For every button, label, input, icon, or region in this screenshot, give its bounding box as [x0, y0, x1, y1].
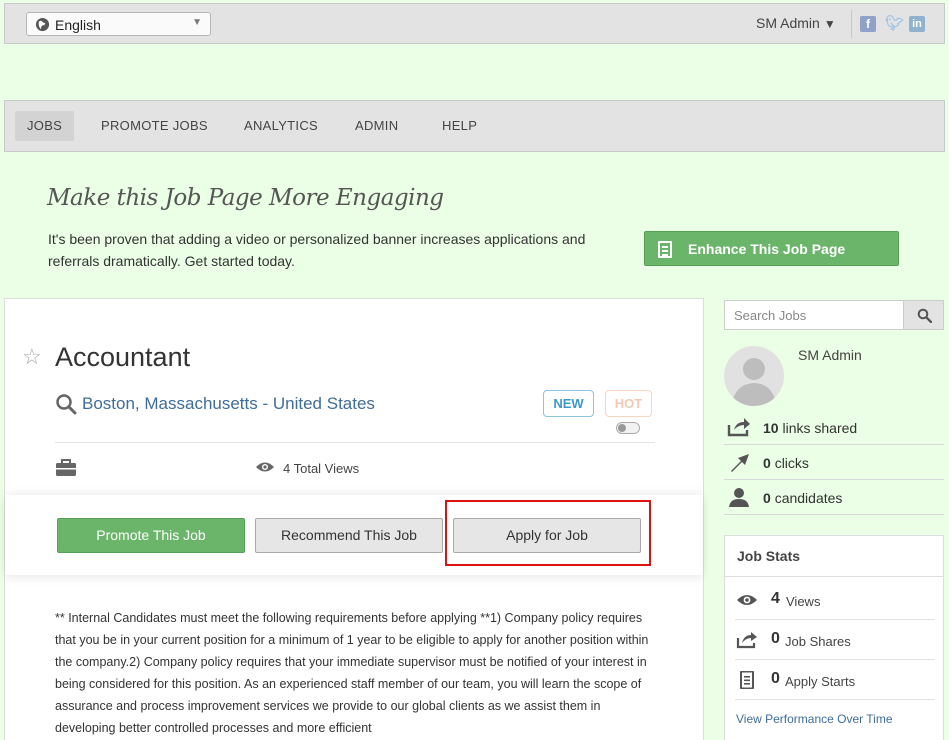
promo-text: It's been proven that adding a video or …	[48, 231, 586, 269]
main-nav: JOBS PROMOTE JOBS ANALYTICS ADMIN HELP	[4, 100, 945, 152]
avatar	[724, 346, 784, 406]
user-menu-label: SM Admin	[756, 15, 820, 31]
document-icon	[740, 671, 754, 689]
document-icon	[658, 241, 672, 258]
person-icon	[729, 488, 749, 507]
nav-admin[interactable]: ADMIN	[343, 111, 410, 141]
enhance-job-page-button[interactable]: Enhance This Job Page	[644, 231, 899, 266]
shares-label: Job Shares	[785, 634, 851, 649]
enhance-button-label: Enhance This Job Page	[688, 241, 846, 257]
search-icon	[56, 394, 77, 415]
job-title: Accountant	[55, 342, 191, 372]
views-label: Views	[786, 594, 821, 609]
highlight-box	[445, 500, 651, 566]
hot-badge[interactable]: HOT	[605, 390, 652, 417]
job-stats-title: Job Stats	[725, 536, 943, 577]
promo-title: Make this Job Page More Engaging	[47, 185, 444, 211]
candidates-label: candidates	[774, 490, 843, 506]
linkedin-icon[interactable]: in	[909, 16, 925, 32]
user-menu[interactable]: SM Admin ▼	[756, 15, 836, 31]
stats-views-row: 4 Views	[735, 580, 935, 620]
stats-shares-row: 0 Job Shares	[735, 620, 935, 660]
user-silhouette-icon	[732, 358, 776, 406]
search-icon	[917, 308, 932, 323]
shares-count: 0	[771, 630, 780, 647]
total-views: 4 Total Views	[283, 461, 360, 476]
search-button[interactable]	[903, 300, 944, 330]
share-icon	[736, 632, 757, 649]
clicks-label: clicks	[774, 455, 809, 471]
caret-down-icon: ▼	[823, 17, 836, 31]
twitter-icon[interactable]: 🐦︎	[885, 16, 904, 32]
eye-icon	[737, 595, 757, 605]
candidates-row: 0 candidates	[724, 480, 944, 515]
stats-apply-starts-row: 0 Apply Starts	[735, 660, 935, 700]
language-value: English	[55, 17, 101, 33]
arrow-icon	[731, 454, 749, 472]
nav-help[interactable]: HELP	[430, 111, 489, 141]
top-bar: English ▼ SM Admin ▼ f 🐦︎ in	[4, 3, 945, 44]
sidebar-user-name: SM Admin	[798, 347, 862, 363]
chevron-down-icon: ▼	[192, 17, 202, 28]
job-card: ☆ Accountant Boston, Massachusetts - Uni…	[4, 298, 704, 740]
job-stats-panel: Job Stats 4 Views 0 Job Shares 0 Apply S…	[724, 535, 944, 740]
share-icon	[727, 418, 750, 437]
candidates-count: 0	[763, 490, 771, 506]
hot-toggle[interactable]	[616, 422, 640, 434]
eye-icon	[256, 462, 274, 472]
facebook-icon[interactable]: f	[860, 16, 876, 32]
divider	[851, 10, 852, 38]
apply-starts-count: 0	[771, 670, 780, 687]
views-count: 4	[771, 590, 780, 607]
clicks-count: 0	[763, 455, 771, 471]
new-badge[interactable]: NEW	[543, 390, 594, 417]
divider	[55, 442, 655, 443]
view-performance-link[interactable]: View Performance Over Time	[736, 712, 893, 726]
job-description: ** Internal Candidates must meet the fol…	[55, 611, 649, 735]
apply-starts-label: Apply Starts	[785, 674, 856, 689]
job-location-link[interactable]: Boston, Massachusetts - United States	[82, 394, 375, 414]
language-select[interactable]: English ▼	[26, 12, 211, 36]
links-shared-row: 10 links shared	[724, 410, 944, 445]
links-shared-label: links shared	[782, 420, 858, 436]
nav-promote-jobs[interactable]: PROMOTE JOBS	[89, 111, 220, 141]
search-jobs-input[interactable]: Search Jobs	[724, 300, 904, 330]
recommend-job-button[interactable]: Recommend This Job	[255, 518, 443, 553]
star-icon[interactable]: ☆	[22, 344, 42, 370]
promote-job-button[interactable]: Promote This Job	[57, 518, 245, 553]
links-shared-count: 10	[763, 420, 779, 436]
briefcase-icon	[56, 459, 76, 476]
nav-jobs[interactable]: JOBS	[15, 111, 75, 141]
nav-analytics[interactable]: ANALYTICS	[232, 111, 330, 141]
globe-icon	[35, 17, 50, 32]
clicks-row: 0 clicks	[724, 445, 944, 480]
